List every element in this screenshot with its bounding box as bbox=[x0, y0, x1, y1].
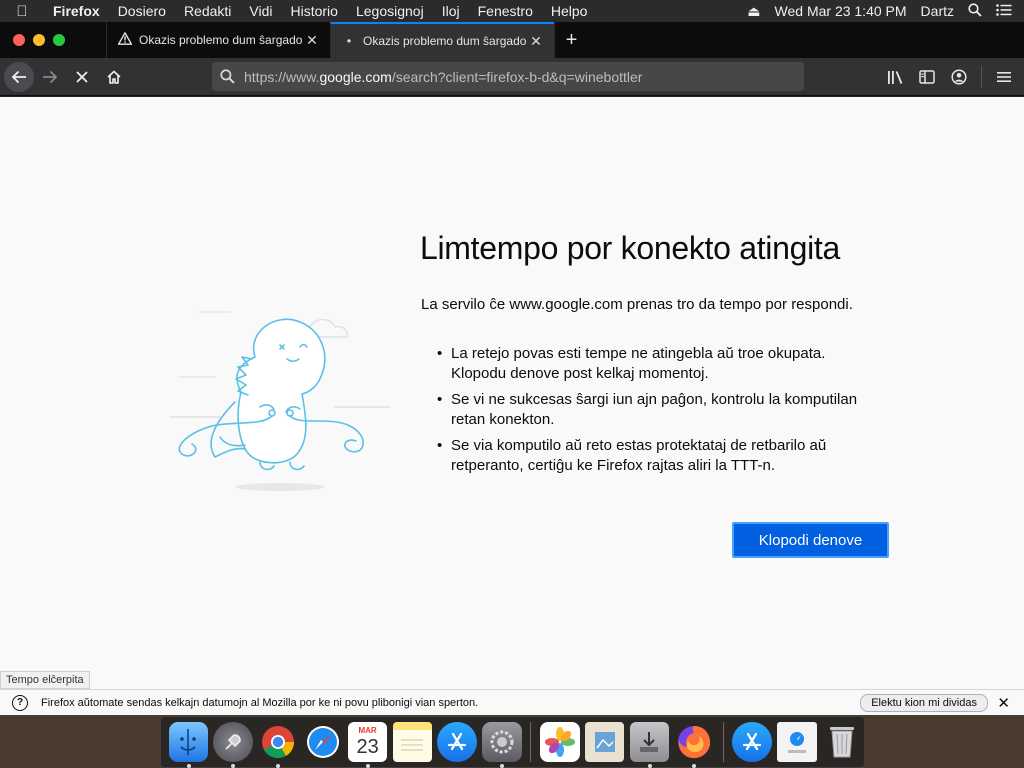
close-tab-icon[interactable]: ✕ bbox=[528, 33, 544, 50]
try-again-button[interactable]: Klopodi denove bbox=[732, 522, 889, 558]
launchpad-icon[interactable] bbox=[213, 722, 253, 768]
tab-strip: Okazis problemo dum ŝargado de ✕ • Okazi… bbox=[0, 22, 1024, 58]
suggestion-item: La retejo povas esti tempe ne atingebla … bbox=[437, 344, 881, 384]
apple-icon[interactable]:  bbox=[0, 3, 44, 20]
account-icon bbox=[951, 69, 967, 85]
running-indicator bbox=[647, 764, 652, 768]
data-reporting-notification: ? Firefox aŭtomate sendas kelkajn datumo… bbox=[0, 689, 1024, 715]
dock-separator bbox=[530, 722, 532, 762]
menubar-user[interactable]: Dartz bbox=[921, 3, 954, 19]
menu-button[interactable] bbox=[988, 61, 1020, 93]
tab-title: Okazis problemo dum ŝargado de bbox=[363, 34, 528, 48]
minimize-window-icon[interactable] bbox=[33, 34, 45, 46]
search-icon bbox=[220, 69, 235, 84]
dock-separator bbox=[722, 722, 724, 762]
chrome-icon[interactable] bbox=[258, 722, 298, 768]
close-tab-icon[interactable]: ✕ bbox=[304, 32, 320, 49]
error-page: Limtempo por konekto atingita La servilo… bbox=[0, 97, 1024, 689]
firefox-icon[interactable] bbox=[674, 722, 714, 768]
zoom-window-icon[interactable] bbox=[53, 34, 65, 46]
toolbar-divider bbox=[981, 66, 982, 88]
menu-iloj[interactable]: Iloj bbox=[433, 3, 469, 19]
url-bar[interactable]: https://www. google.com/search?client=fir… bbox=[212, 62, 804, 91]
eject-icon[interactable]: ⏏ bbox=[747, 3, 760, 20]
calendar-month: MAR bbox=[358, 726, 377, 735]
preview-icon[interactable] bbox=[584, 722, 625, 762]
suggestion-item: Se via komputilo aŭ reto estas protektat… bbox=[437, 436, 881, 476]
url-path: /search?client=firefox-b-d&q=winebottler bbox=[391, 68, 643, 85]
window-controls bbox=[0, 22, 106, 58]
stop-button[interactable] bbox=[66, 61, 98, 93]
loading-icon: • bbox=[346, 34, 352, 48]
stop-icon bbox=[76, 70, 88, 83]
app-store-folder-icon[interactable] bbox=[732, 722, 772, 762]
running-indicator bbox=[276, 764, 281, 768]
plus-icon: + bbox=[565, 28, 578, 51]
toolbar-right bbox=[879, 58, 1024, 96]
close-window-icon[interactable] bbox=[13, 34, 25, 46]
finder-icon[interactable] bbox=[168, 722, 209, 768]
notes-icon[interactable] bbox=[392, 722, 433, 762]
dinosaur-unplugged-illustration bbox=[169, 311, 391, 491]
calendar-icon[interactable]: MAR 23 bbox=[347, 722, 388, 768]
arrow-left-icon bbox=[11, 70, 26, 83]
macos-dock: MAR 23 bbox=[160, 716, 865, 768]
running-indicator bbox=[692, 764, 697, 768]
back-button[interactable] bbox=[4, 61, 34, 92]
sidebar-button[interactable] bbox=[911, 61, 943, 93]
spotlight-search-icon[interactable] bbox=[968, 2, 982, 20]
navigation-toolbar: https://www. google.com/search?client=fir… bbox=[0, 58, 1024, 96]
choose-what-to-share-button[interactable]: Elektu kion mi dividas bbox=[860, 694, 988, 712]
new-tab-button[interactable]: + bbox=[554, 22, 588, 58]
library-icon bbox=[887, 70, 902, 84]
home-button[interactable] bbox=[98, 61, 130, 93]
library-button[interactable] bbox=[879, 61, 911, 93]
trash-icon[interactable] bbox=[822, 722, 862, 762]
status-tooltip: Tempo elĉerpita bbox=[0, 671, 90, 689]
suggestion-item: Se vi ne sukcesas ŝargi iun ajn paĝon, k… bbox=[437, 390, 881, 430]
question-icon: ? bbox=[12, 694, 28, 711]
running-indicator bbox=[231, 764, 236, 768]
url-host: google.com bbox=[319, 68, 392, 85]
installer-icon[interactable] bbox=[629, 722, 670, 768]
tab-1[interactable]: Okazis problemo dum ŝargado de ✕ bbox=[106, 22, 330, 58]
photos-icon[interactable] bbox=[539, 722, 580, 762]
sidebar-icon bbox=[919, 70, 935, 84]
close-notification-icon[interactable]: ✕ bbox=[997, 694, 1010, 712]
running-indicator bbox=[365, 764, 370, 768]
safari-icon[interactable] bbox=[303, 722, 343, 762]
tab-2-active[interactable]: • Okazis problemo dum ŝargado de ✕ bbox=[330, 22, 554, 58]
menu-fenestro[interactable]: Fenestro bbox=[469, 3, 542, 19]
menubar-status-area: ⏏ Wed Mar 23 1:40 PM Dartz bbox=[747, 3, 1024, 20]
running-indicator bbox=[500, 764, 505, 768]
downloads-folder-icon[interactable] bbox=[776, 722, 817, 762]
menu-historio[interactable]: Historio bbox=[282, 3, 347, 19]
warning-icon bbox=[117, 32, 133, 48]
arrow-right-icon bbox=[43, 70, 58, 83]
macos-menubar:  Firefox Dosiero Redakti Vidi Historio … bbox=[0, 0, 1024, 22]
account-button[interactable] bbox=[943, 61, 975, 93]
system-preferences-icon[interactable] bbox=[482, 722, 522, 768]
tab-title: Okazis problemo dum ŝargado de bbox=[139, 33, 304, 47]
notification-message: Firefox aŭtomate sendas kelkajn datumojn… bbox=[41, 696, 479, 709]
menu-app-name[interactable]: Firefox bbox=[44, 3, 109, 19]
app-store-icon[interactable] bbox=[437, 722, 477, 762]
home-icon bbox=[107, 70, 121, 84]
calendar-day: 23 bbox=[356, 736, 379, 758]
url-scheme: https://www. bbox=[244, 68, 320, 85]
error-description: La servilo ĉe www.google.com prenas tro … bbox=[421, 296, 853, 313]
menu-redakti[interactable]: Redakti bbox=[175, 3, 240, 19]
notification-center-icon[interactable] bbox=[996, 3, 1012, 19]
hamburger-icon bbox=[997, 72, 1011, 82]
desktop-background: MAR 23 bbox=[0, 715, 1024, 768]
menubar-clock[interactable]: Wed Mar 23 1:40 PM bbox=[775, 3, 907, 19]
error-title: Limtempo por konekto atingita bbox=[420, 230, 840, 266]
menu-legosignoj[interactable]: Legosignoj bbox=[347, 3, 433, 19]
menu-dosiero[interactable]: Dosiero bbox=[109, 3, 175, 19]
running-indicator bbox=[186, 764, 191, 768]
forward-button[interactable] bbox=[34, 61, 66, 93]
menu-helpo[interactable]: Helpo bbox=[542, 3, 597, 19]
error-suggestions-list: La retejo povas esti tempe ne atingebla … bbox=[437, 344, 881, 482]
menu-vidi[interactable]: Vidi bbox=[240, 3, 281, 19]
